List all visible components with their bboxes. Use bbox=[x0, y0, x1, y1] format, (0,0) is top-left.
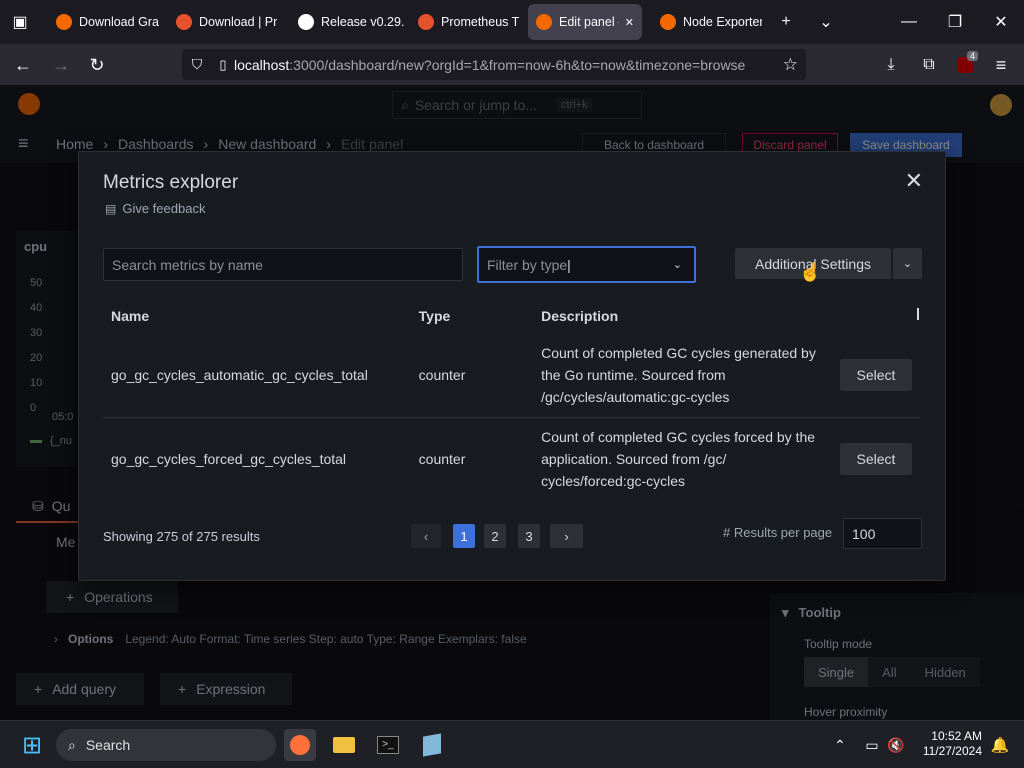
results-count: Showing 275 of 275 results bbox=[103, 529, 260, 544]
give-feedback-link[interactable]: ▤ Give feedback bbox=[105, 201, 205, 216]
grafana-icon bbox=[56, 14, 72, 30]
browser-tab-label: Release v0.29. bbox=[321, 15, 404, 29]
additional-settings-chevron-icon[interactable]: ⌄ bbox=[893, 248, 922, 279]
table-row: go_gc_cycles_automatic_gc_cycles_total co… bbox=[103, 334, 920, 417]
filter-by-type-select[interactable]: Filter by type | ⌄ bbox=[477, 246, 696, 283]
browser-tab-label: Edit panel - bbox=[559, 15, 619, 29]
prometheus-icon bbox=[176, 14, 192, 30]
tab-overview-icon[interactable]: ▣ bbox=[0, 0, 40, 44]
app-icon[interactable] bbox=[416, 729, 448, 761]
file-explorer-icon[interactable] bbox=[328, 729, 360, 761]
page-button[interactable]: 3 bbox=[518, 524, 540, 548]
extension-badge: 4 bbox=[966, 51, 978, 61]
window-close-icon[interactable]: ✕ bbox=[978, 0, 1024, 44]
url-host: localhost bbox=[234, 56, 290, 73]
prometheus-icon bbox=[418, 14, 434, 30]
search-metrics-placeholder: Search metrics by name bbox=[112, 256, 263, 273]
tab-list-chevron-icon[interactable]: ⌄ bbox=[806, 0, 846, 44]
browser-tab[interactable]: Prometheus T bbox=[406, 4, 524, 40]
tab-close-icon[interactable]: ✕ bbox=[625, 16, 634, 29]
browser-tab-label: Prometheus T bbox=[441, 15, 520, 29]
reload-icon[interactable]: ↻ bbox=[82, 50, 112, 80]
ublock-icon[interactable]: 4 bbox=[950, 50, 980, 80]
metric-description: Count of completed GC cycles forced by t… bbox=[533, 416, 826, 500]
chevron-down-icon: ⌄ bbox=[672, 259, 682, 271]
metric-name: go_gc_cycles_forced_gc_cycles_total bbox=[103, 416, 411, 500]
volume-muted-icon[interactable]: 🔇 bbox=[880, 729, 912, 761]
windows-taskbar: ⊞ ⌕ Search >_ ⌃ ▭ 🔇 10:52 AM 11/27/2024 … bbox=[0, 720, 1024, 768]
grafana-icon bbox=[536, 14, 552, 30]
table-row: go_gc_cycles_forced_gc_cycles_total count… bbox=[103, 416, 920, 500]
browser-tab[interactable]: Download | Pr bbox=[164, 4, 282, 40]
forward-arrow-icon[interactable]: → bbox=[46, 50, 76, 80]
chevron-up-icon[interactable]: ⌃ bbox=[824, 729, 856, 761]
download-icon[interactable]: ⤓ bbox=[876, 50, 906, 80]
metrics-table: Name Type Description go_gc_cycles_autom… bbox=[103, 298, 920, 500]
column-header-description[interactable]: Description bbox=[533, 298, 826, 334]
new-tab-icon[interactable]: + bbox=[766, 0, 806, 44]
shield-icon[interactable]: ⛉ bbox=[182, 56, 212, 73]
page-button[interactable]: 1 bbox=[453, 524, 475, 548]
filter-by-type-value: Filter by type bbox=[487, 256, 568, 273]
column-header-action bbox=[826, 298, 920, 334]
table-header-row: Name Type Description bbox=[103, 298, 920, 334]
browser-tab-strip: ▣ Download Gra Download | Pr Release v0.29… bbox=[0, 0, 1024, 44]
minimize-icon[interactable]: — bbox=[886, 0, 932, 44]
browser-tab[interactable]: Edit panel - ✕ bbox=[528, 4, 642, 40]
metrics-explorer-modal: Metrics explorer ✕ ▤ Give feedback Searc… bbox=[78, 151, 946, 581]
bookmark-star-icon[interactable]: ☆ bbox=[783, 55, 798, 75]
action-cell: Select bbox=[826, 334, 920, 417]
notification-bell-icon[interactable]: 🔔 bbox=[984, 729, 1016, 761]
search-icon: ⌕ bbox=[68, 736, 76, 753]
select-button[interactable]: Select bbox=[840, 359, 912, 392]
results-per-page-input[interactable]: 100 bbox=[843, 518, 922, 549]
prev-page-icon[interactable]: ‹ bbox=[411, 524, 441, 548]
clock[interactable]: 10:52 AM 11/27/2024 bbox=[914, 729, 982, 759]
give-feedback-label: Give feedback bbox=[122, 201, 206, 216]
github-icon bbox=[298, 14, 314, 30]
select-button[interactable]: Select bbox=[840, 442, 912, 475]
browser-tab-label: Download Gra bbox=[79, 15, 159, 29]
results-per-page-value: 100 bbox=[852, 525, 876, 542]
url-path: :3000/dashboard/new?orgId=1&from=now-6h&… bbox=[289, 56, 746, 73]
metric-type: counter bbox=[410, 416, 534, 500]
browser-tab[interactable]: Node Exporter bbox=[648, 4, 762, 40]
taskbar-search[interactable]: ⌕ Search bbox=[56, 729, 276, 761]
column-header-type[interactable]: Type bbox=[411, 298, 533, 334]
results-per-page-label: # Results per page bbox=[723, 525, 833, 540]
browser-tab-label: Download | Pr bbox=[199, 15, 278, 29]
metric-description: Count of completed GC cycles generated b… bbox=[541, 345, 816, 406]
close-icon[interactable]: ✕ bbox=[905, 168, 923, 194]
browser-tab[interactable]: Release v0.29. bbox=[286, 4, 404, 40]
grafana-icon bbox=[660, 14, 676, 30]
metric-type: counter bbox=[418, 367, 466, 384]
column-header-name[interactable]: Name bbox=[103, 298, 411, 334]
metric-name: go_gc_cycles_automatic_gc_cycles_total bbox=[111, 367, 368, 384]
search-metrics-input[interactable]: Search metrics by name bbox=[103, 248, 463, 281]
firefox-icon[interactable] bbox=[284, 729, 316, 761]
action-cell: Select bbox=[826, 416, 920, 500]
feedback-icon: ▤ bbox=[105, 201, 117, 216]
url-bar[interactable]: ⛉ ▯ localhost:3000/dashboard/new?orgId=1… bbox=[182, 49, 806, 80]
extensions-icon[interactable]: ⧉ bbox=[914, 50, 944, 80]
page-button[interactable]: 2 bbox=[484, 524, 506, 548]
mouse-cursor-icon: ☝ bbox=[799, 262, 822, 282]
maximize-icon[interactable]: ❐ bbox=[932, 0, 978, 44]
browser-tab[interactable]: Download Gra bbox=[44, 4, 162, 40]
taskbar-search-label: Search bbox=[85, 737, 131, 753]
next-page-icon[interactable]: › bbox=[550, 524, 583, 548]
page-icon: ▯ bbox=[219, 56, 227, 72]
browser-tab-label: Node Exporter bbox=[683, 15, 762, 29]
terminal-icon[interactable]: >_ bbox=[372, 729, 404, 761]
windows-start-icon[interactable]: ⊞ bbox=[16, 729, 48, 761]
clock-time: 10:52 AM bbox=[931, 729, 982, 743]
modal-title: Metrics explorer bbox=[103, 172, 239, 193]
back-arrow-icon[interactable]: ← bbox=[8, 50, 38, 80]
clock-date: 11/27/2024 bbox=[922, 744, 982, 758]
menu-icon[interactable]: ≡ bbox=[986, 50, 1016, 80]
